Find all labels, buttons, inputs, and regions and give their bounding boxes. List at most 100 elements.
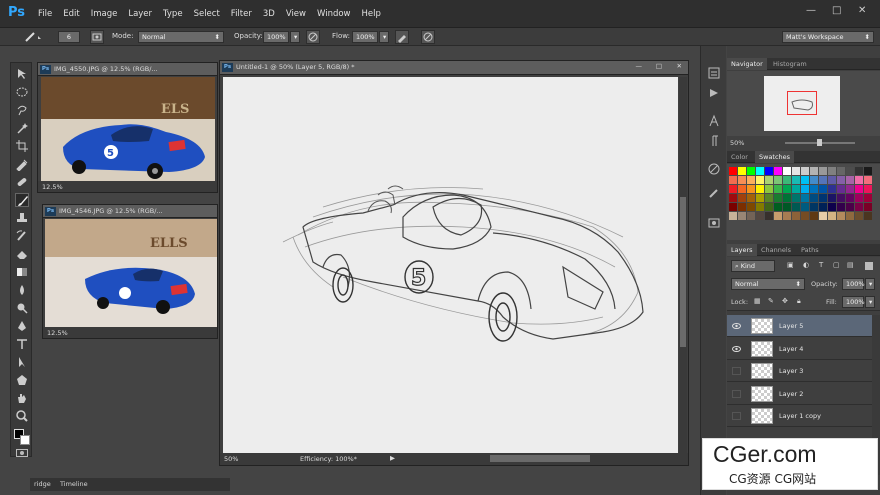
tab-histogram[interactable]: Histogram: [769, 58, 811, 70]
swatch[interactable]: [774, 167, 782, 175]
pressure-size-button[interactable]: [421, 30, 435, 44]
clone-stamp-tool[interactable]: [15, 211, 29, 225]
swatch[interactable]: [783, 212, 791, 220]
crop-tool[interactable]: [15, 139, 29, 153]
lasso-tool[interactable]: [15, 103, 29, 117]
swatch[interactable]: [756, 167, 764, 175]
document-window-img4546[interactable]: Ps IMG_4546.JPG @ 12.5% (RGB/... ELLS 12…: [42, 204, 218, 339]
swatch[interactable]: [819, 203, 827, 211]
zoom-tool[interactable]: [15, 409, 29, 423]
swatch[interactable]: [801, 167, 809, 175]
menu-file[interactable]: File: [38, 9, 52, 19]
layer-name[interactable]: Layer 2: [779, 390, 803, 398]
swatch[interactable]: [855, 212, 863, 220]
tab-paths[interactable]: Paths: [797, 244, 823, 256]
marquee-tool[interactable]: [15, 85, 29, 99]
swatch[interactable]: [837, 203, 845, 211]
layer-name[interactable]: Layer 5: [779, 322, 803, 330]
hand-tool[interactable]: [15, 391, 29, 405]
history-panel-icon[interactable]: [707, 66, 721, 82]
brush-panel-toggle[interactable]: [90, 30, 104, 44]
swatch[interactable]: [792, 176, 800, 184]
swatch[interactable]: [828, 167, 836, 175]
layer-opacity-field[interactable]: 100%: [842, 278, 865, 290]
tab-channels[interactable]: Channels: [757, 244, 795, 256]
swatch[interactable]: [819, 212, 827, 220]
layer-row[interactable]: Layer 1 copy: [727, 405, 872, 427]
swatch[interactable]: [729, 203, 737, 211]
menu-filter[interactable]: Filter: [231, 9, 252, 19]
vertical-scrollbar[interactable]: [679, 77, 687, 455]
brush-preset-picker[interactable]: [22, 30, 44, 44]
swatch[interactable]: [729, 167, 737, 175]
menu-layer[interactable]: Layer: [128, 9, 152, 19]
swatch[interactable]: [756, 194, 764, 202]
swatch[interactable]: [810, 194, 818, 202]
swatch[interactable]: [810, 212, 818, 220]
lock-all-icon[interactable]: 🔒︎: [797, 297, 801, 306]
filter-toggle-icon[interactable]: [865, 262, 873, 270]
swatch[interactable]: [729, 194, 737, 202]
lock-transparency-icon[interactable]: ▦: [754, 297, 761, 305]
swatch[interactable]: [810, 185, 818, 193]
swatch[interactable]: [864, 194, 872, 202]
menu-help[interactable]: Help: [362, 9, 381, 19]
swatch[interactable]: [801, 194, 809, 202]
swatch[interactable]: [783, 194, 791, 202]
menu-view[interactable]: View: [286, 9, 306, 19]
eyedropper-tool[interactable]: [15, 157, 29, 172]
swatch[interactable]: [756, 203, 764, 211]
swatch[interactable]: [792, 194, 800, 202]
tool-presets-panel-icon[interactable]: [707, 216, 721, 232]
horizontal-scroll-thumb[interactable]: [490, 455, 590, 462]
swatch[interactable]: [729, 185, 737, 193]
type-tool[interactable]: [15, 337, 29, 351]
dodge-tool[interactable]: [15, 301, 29, 315]
swatch[interactable]: [765, 176, 773, 184]
brush-size-field[interactable]: 6: [58, 31, 80, 43]
tab-navigator[interactable]: Navigator: [727, 58, 767, 70]
swatch[interactable]: [783, 203, 791, 211]
workspace-switcher[interactable]: Matt's Workspace ⬍: [782, 31, 874, 43]
menu-image[interactable]: Image: [91, 9, 118, 19]
swatch[interactable]: [846, 167, 854, 175]
swatch[interactable]: [828, 203, 836, 211]
move-tool[interactable]: [15, 67, 29, 81]
navigator-view-box[interactable]: [787, 91, 817, 115]
opacity-field[interactable]: 100%: [263, 31, 289, 43]
layer-name[interactable]: Layer 3: [779, 367, 803, 375]
swatch[interactable]: [765, 212, 773, 220]
tab-layers[interactable]: Layers: [727, 244, 757, 256]
shape-tool[interactable]: [15, 373, 29, 387]
smart-object-filter-icon[interactable]: ▤: [847, 261, 854, 269]
document-window-untitled[interactable]: Ps Untitled-1 @ 50% (Layer 5, RGB/8) * —…: [219, 60, 689, 466]
swatch[interactable]: [729, 212, 737, 220]
layer-row[interactable]: Layer 2: [727, 382, 872, 405]
swatch[interactable]: [855, 203, 863, 211]
swatch[interactable]: [828, 194, 836, 202]
history-brush-tool[interactable]: [15, 229, 29, 243]
swatch[interactable]: [792, 212, 800, 220]
swatch[interactable]: [846, 203, 854, 211]
swatch[interactable]: [819, 176, 827, 184]
swatch[interactable]: [783, 167, 791, 175]
maximize-button[interactable]: □: [832, 5, 841, 16]
swatch[interactable]: [774, 212, 782, 220]
layer-row[interactable]: Layer 3: [727, 360, 872, 382]
swatch[interactable]: [729, 176, 737, 184]
type-filter-icon[interactable]: T: [819, 261, 823, 269]
flow-dropdown[interactable]: ▾: [379, 31, 389, 43]
paragraph-panel-icon[interactable]: [707, 134, 721, 150]
swatch[interactable]: [810, 167, 818, 175]
swatch[interactable]: [819, 194, 827, 202]
swatch[interactable]: [864, 185, 872, 193]
swatch[interactable]: [810, 176, 818, 184]
swatch[interactable]: [837, 185, 845, 193]
visibility-eye-icon[interactable]: [732, 322, 741, 330]
brush-tool[interactable]: [15, 193, 29, 207]
document-tab-img4546[interactable]: Ps IMG_4546.JPG @ 12.5% (RGB/...: [43, 205, 217, 218]
swatch[interactable]: [792, 203, 800, 211]
brush-panel-icon[interactable]: [707, 186, 721, 202]
swatch[interactable]: [828, 185, 836, 193]
opacity-dropdown[interactable]: ▾: [290, 31, 300, 43]
